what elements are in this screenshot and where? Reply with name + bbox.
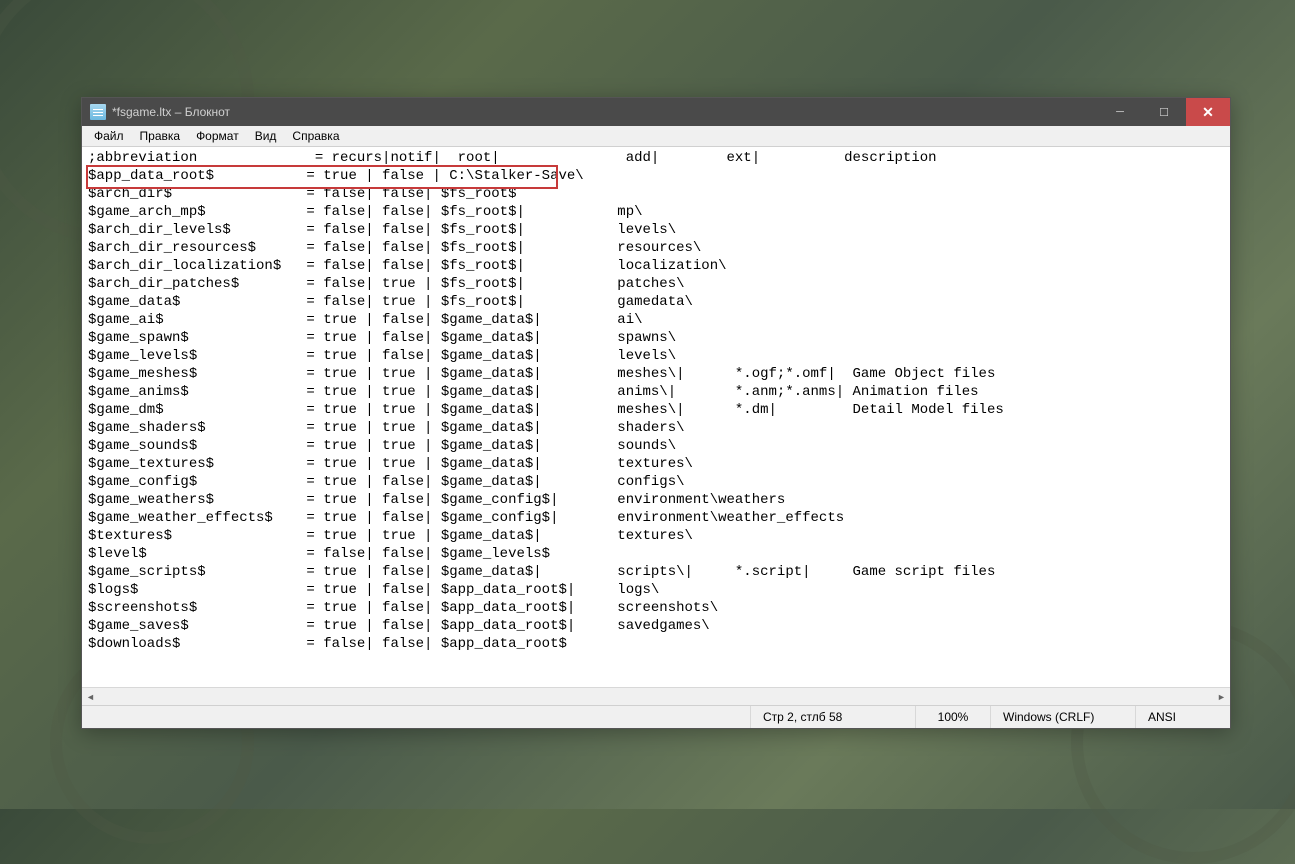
status-lineending: Windows (CRLF) — [990, 706, 1135, 728]
close-button[interactable]: ✕ — [1186, 98, 1230, 126]
statusbar: Стр 2, стлб 58 100% Windows (CRLF) ANSI — [82, 705, 1230, 728]
scroll-left-button[interactable]: ◄ — [82, 688, 99, 705]
menubar: Файл Правка Формат Вид Справка — [82, 126, 1230, 147]
notepad-icon — [90, 104, 106, 120]
menu-edit[interactable]: Правка — [132, 127, 189, 145]
editor-content[interactable]: ;abbreviation = recurs|notif| root| add|… — [82, 147, 1230, 655]
menu-format[interactable]: Формат — [188, 127, 247, 145]
menu-view[interactable]: Вид — [247, 127, 285, 145]
menu-help[interactable]: Справка — [284, 127, 347, 145]
status-position: Стр 2, стлб 58 — [750, 706, 915, 728]
window-title: *fsgame.ltx – Блокнот — [112, 105, 1098, 119]
menu-file[interactable]: Файл — [86, 127, 132, 145]
horizontal-scrollbar[interactable]: ◄ ► — [82, 687, 1230, 705]
text-editor[interactable]: ;abbreviation = recurs|notif| root| add|… — [82, 147, 1230, 687]
titlebar[interactable]: *fsgame.ltx – Блокнот ─ ☐ ✕ — [82, 98, 1230, 126]
status-encoding: ANSI — [1135, 706, 1230, 728]
maximize-button[interactable]: ☐ — [1142, 98, 1186, 126]
minimize-button[interactable]: ─ — [1098, 98, 1142, 126]
scroll-right-button[interactable]: ► — [1213, 688, 1230, 705]
status-zoom: 100% — [915, 706, 990, 728]
notepad-window: *fsgame.ltx – Блокнот ─ ☐ ✕ Файл Правка … — [81, 97, 1231, 729]
